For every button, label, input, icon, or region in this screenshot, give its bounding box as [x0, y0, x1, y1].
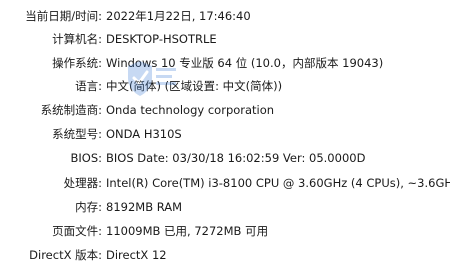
info-row-os: 操作系统: Windows 10 专业版 64 位 (10.0，内部版本 190…: [0, 53, 450, 73]
info-value: ONDA H310S: [106, 127, 182, 141]
info-row-datetime: 当前日期/时间: 2022年1月22日, 17:46:40: [0, 6, 450, 26]
info-label: 页面文件:: [52, 224, 102, 238]
info-value: BIOS Date: 03/30/18 16:02:59 Ver: 05.000…: [106, 151, 366, 165]
info-row-language: 语言: 中文(简体) (区域设置: 中文(简体)): [0, 76, 450, 96]
info-row-model: 系统型号: ONDA H310S: [0, 124, 450, 144]
info-row-manufacturer: 系统制造商: Onda technology corporation: [0, 100, 450, 120]
shield-check-icon: [128, 58, 180, 100]
info-label: 当前日期/时间:: [25, 9, 102, 23]
info-row-directx: DirectX 版本: DirectX 12: [0, 245, 450, 265]
info-value: Onda technology corporation: [106, 103, 275, 117]
info-label: DirectX 版本:: [29, 248, 102, 262]
info-value: Intel(R) Core(TM) i3-8100 CPU @ 3.60GHz …: [106, 176, 450, 190]
info-value: DESKTOP-HSOTRLE: [106, 32, 217, 46]
info-row-processor: 处理器: Intel(R) Core(TM) i3-8100 CPU @ 3.6…: [0, 173, 450, 193]
info-label: 系统型号:: [52, 127, 102, 141]
info-label: BIOS:: [70, 151, 102, 165]
info-label: 系统制造商:: [40, 103, 102, 117]
info-label: 处理器:: [63, 176, 102, 190]
info-row-bios: BIOS: BIOS Date: 03/30/18 16:02:59 Ver: …: [0, 148, 450, 168]
info-value: 11009MB 已用, 7272MB 可用: [106, 224, 269, 238]
info-value: 2022年1月22日, 17:46:40: [106, 9, 251, 23]
info-value: DirectX 12: [106, 248, 167, 262]
info-label: 操作系统:: [52, 56, 102, 70]
info-row-page-file: 页面文件: 11009MB 已用, 7272MB 可用: [0, 221, 450, 241]
info-label: 内存:: [75, 200, 102, 214]
info-row-memory: 内存: 8192MB RAM: [0, 197, 450, 217]
info-label: 语言:: [75, 79, 102, 93]
info-label: 计算机名:: [52, 32, 102, 46]
info-value: 8192MB RAM: [106, 200, 183, 214]
info-row-computer-name: 计算机名: DESKTOP-HSOTRLE: [0, 29, 450, 49]
